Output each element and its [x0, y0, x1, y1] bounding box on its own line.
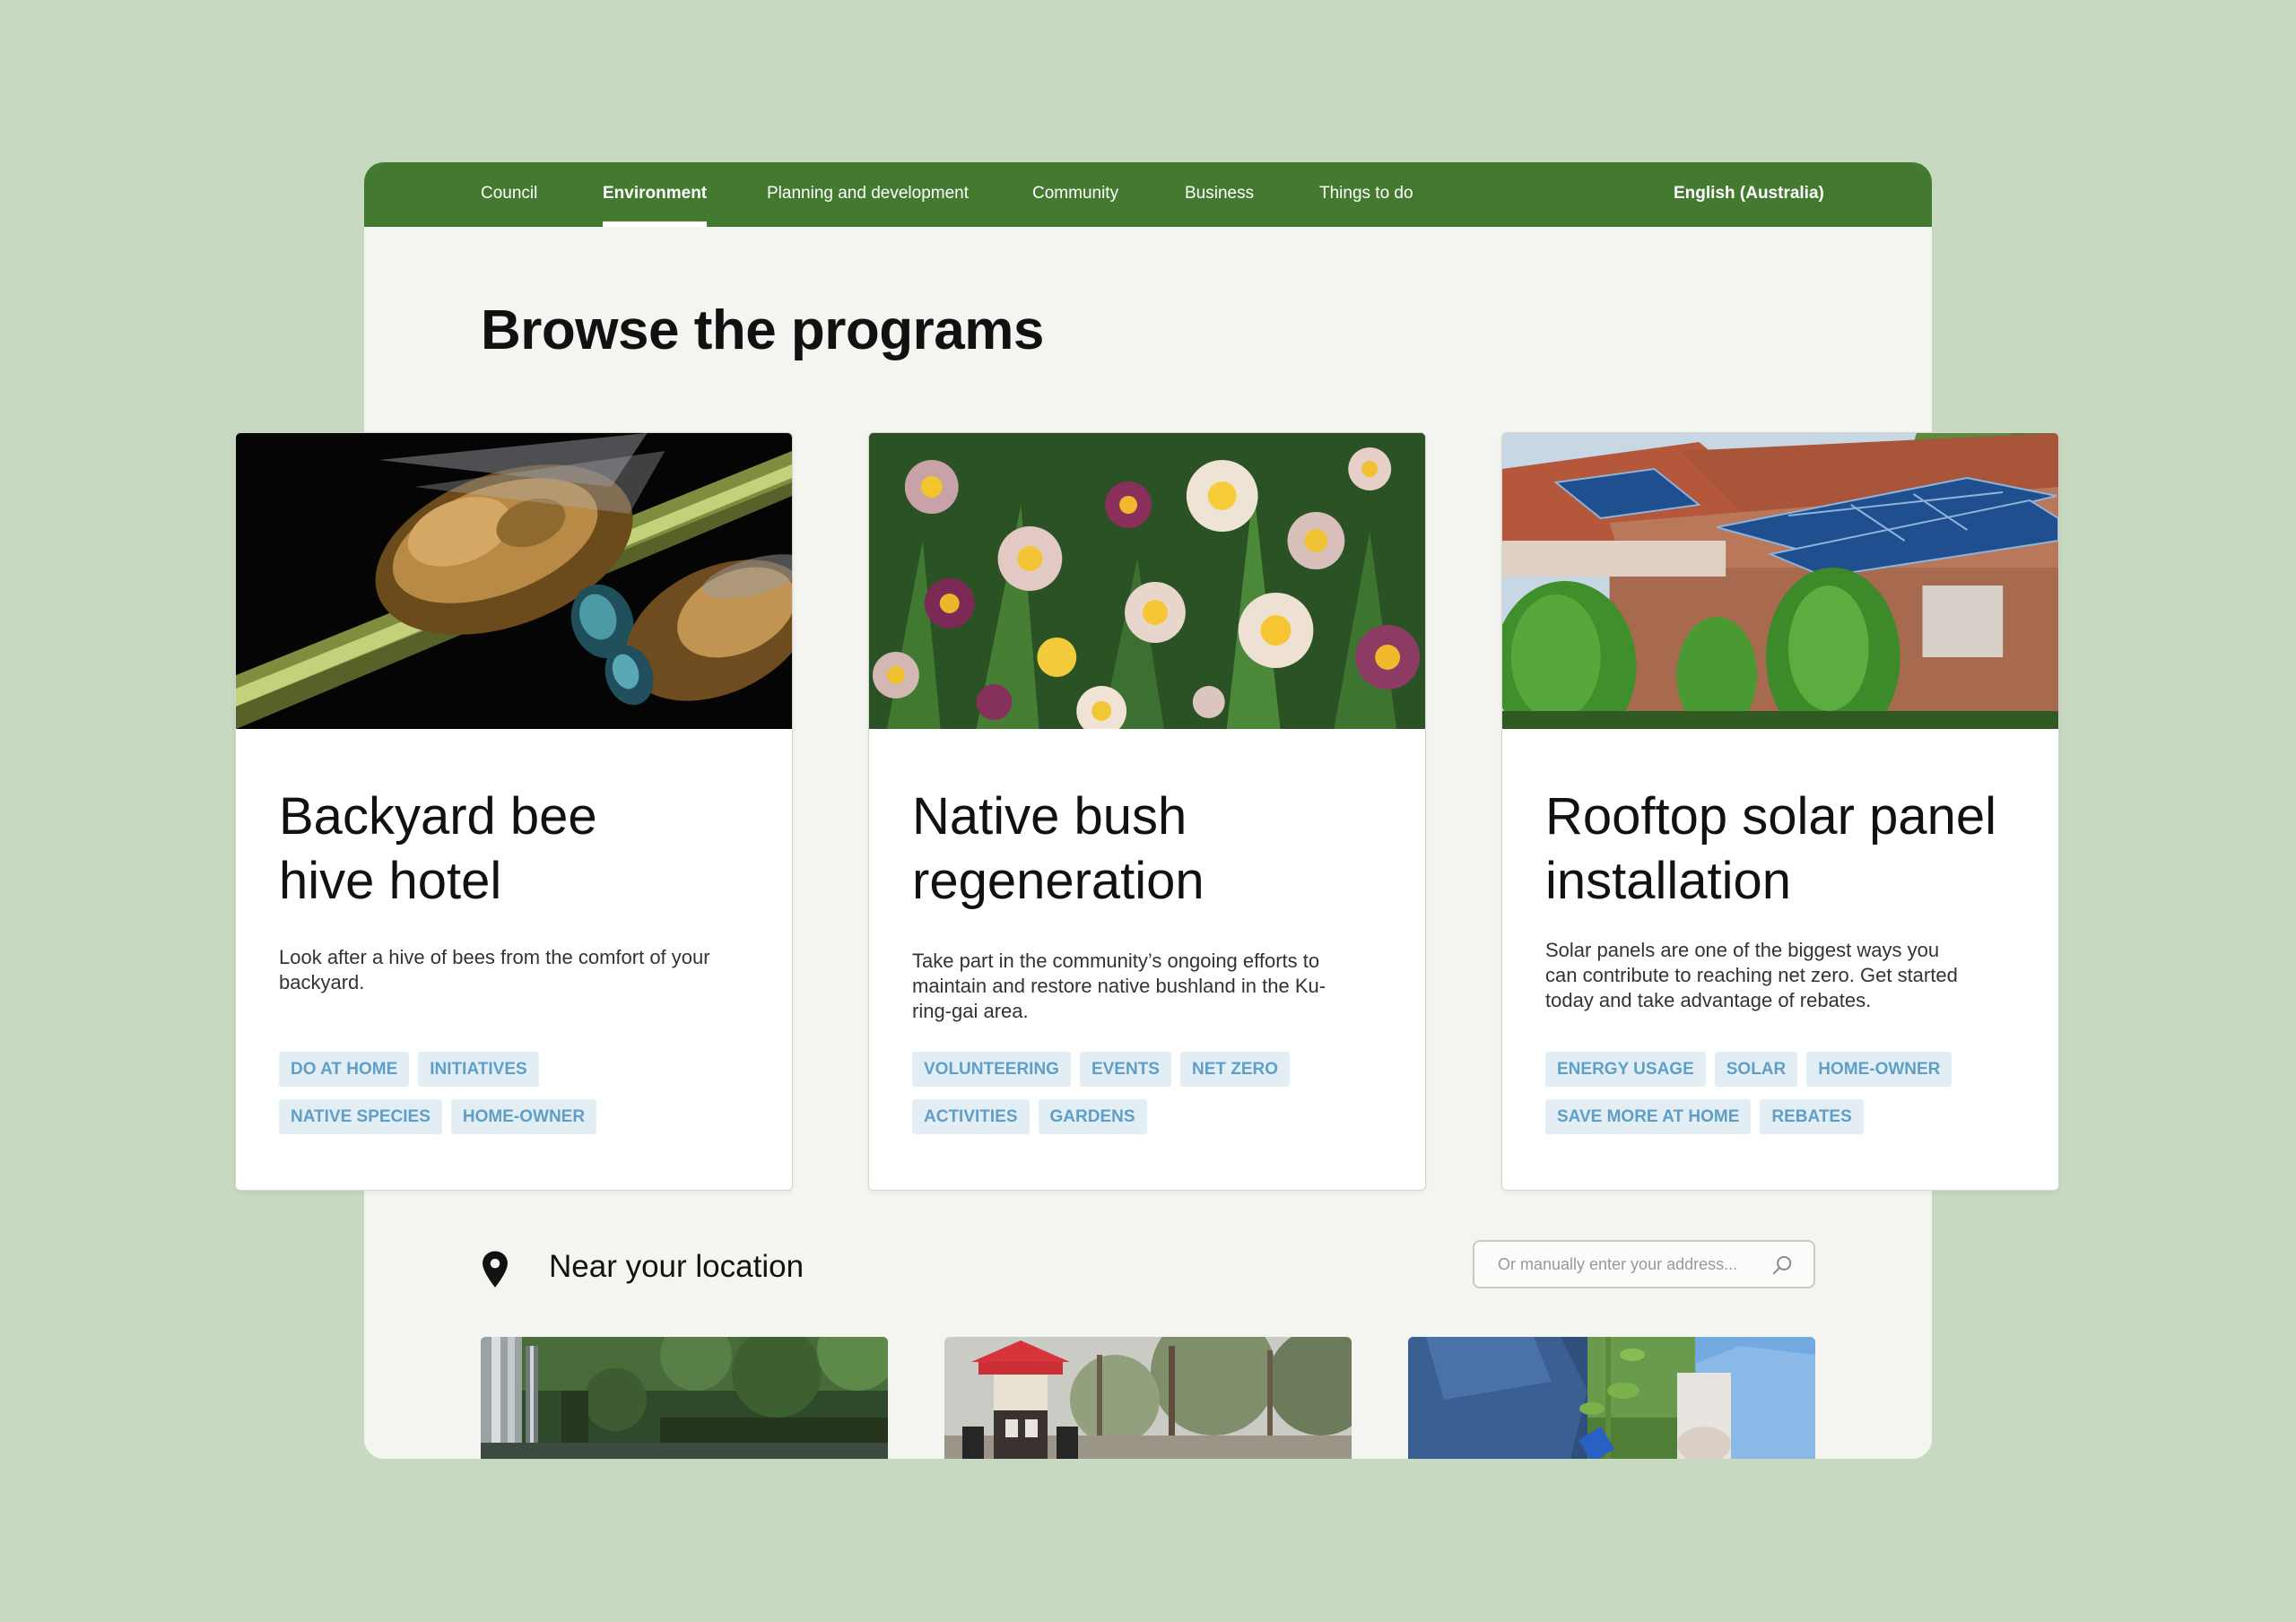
card-title-line: installation	[1545, 852, 1792, 910]
bees-on-stem-photo	[236, 433, 792, 729]
top-nav: Council Environment Planning and develop…	[364, 162, 1932, 227]
card-title-line: hive hotel	[279, 852, 502, 910]
program-card-bee-hotel[interactable]: Backyard bee hive hotel Look after a hiv…	[235, 432, 793, 1191]
tag[interactable]: REBATES	[1760, 1099, 1864, 1134]
tag[interactable]: EVENTS	[1079, 1052, 1171, 1087]
tag[interactable]: VOLUNTEERING	[912, 1052, 1071, 1087]
tag[interactable]: INITIATIVES	[418, 1052, 539, 1087]
thumbnail-waterfall[interactable]	[481, 1337, 888, 1459]
rooftop-solar-photo	[1502, 433, 2058, 729]
card-title: Rooftop solar panel installation	[1545, 785, 2030, 914]
tag[interactable]: HOME-OWNER	[450, 1099, 597, 1134]
tag[interactable]: NET ZERO	[1179, 1052, 1291, 1087]
search-icon[interactable]	[1770, 1253, 1794, 1277]
thumbnail-tree-planting[interactable]	[1408, 1337, 1815, 1459]
nav-item-environment[interactable]: Environment	[603, 162, 708, 227]
tag[interactable]: GARDENS	[1038, 1099, 1147, 1134]
card-description: Solar panels are one of the biggest ways…	[1545, 939, 1958, 1011]
card-title-line: regeneration	[912, 852, 1205, 910]
nav-item-business[interactable]: Business	[1185, 162, 1254, 227]
card-title: Native bush regeneration	[912, 785, 1396, 914]
card-image	[236, 433, 792, 729]
page-title: Browse the programs	[481, 299, 1044, 361]
playground-photo	[944, 1337, 1352, 1459]
language-selector[interactable]: English (Australia)	[1674, 162, 1824, 227]
location-pin-icon	[483, 1251, 508, 1288]
paper-daisies-photo	[869, 433, 1425, 729]
tag[interactable]: NATIVE SPECIES	[279, 1099, 442, 1134]
card-title-line: Native bush	[912, 787, 1187, 846]
near-location-title: Near your location	[549, 1249, 804, 1284]
card-title: Backyard bee hive hotel	[279, 785, 763, 914]
card-description: Take part in the community’s ongoing eff…	[912, 950, 1326, 1022]
tag[interactable]: SOLAR	[1714, 1052, 1798, 1087]
nav-item-planning[interactable]: Planning and development	[767, 162, 969, 227]
waterfall-photo	[481, 1337, 888, 1459]
nav-item-council[interactable]: Council	[481, 162, 537, 227]
tag[interactable]: SAVE MORE AT HOME	[1545, 1099, 1752, 1134]
program-card-rooftop-solar[interactable]: Rooftop solar panel installation Solar p…	[1501, 432, 2059, 1191]
card-tags: VOLUNTEERING EVENTS NET ZERO ACTIVITIES GAR…	[912, 1052, 1396, 1147]
tag[interactable]: DO AT HOME	[279, 1052, 410, 1087]
nav-item-things-to-do[interactable]: Things to do	[1319, 162, 1413, 227]
card-tags: DO AT HOME INITIATIVES NATIVE SPECIES HOME…	[279, 1052, 763, 1147]
tree-planting-photo	[1408, 1337, 1815, 1459]
address-search	[1473, 1240, 1815, 1288]
card-image	[869, 433, 1425, 729]
tag[interactable]: ENERGY USAGE	[1545, 1052, 1706, 1087]
address-input[interactable]	[1498, 1242, 1767, 1287]
card-description: Look after a hive of bees from the comfo…	[279, 946, 710, 993]
card-image	[1502, 433, 2058, 729]
card-title-line: Rooftop solar panel	[1545, 787, 1996, 846]
nav-item-community[interactable]: Community	[1032, 162, 1118, 227]
card-tags: ENERGY USAGE SOLAR HOME-OWNER SAVE MORE AT…	[1545, 1052, 2030, 1147]
card-title-line: Backyard bee	[279, 787, 597, 846]
tag[interactable]: HOME-OWNER	[1806, 1052, 1952, 1087]
tag[interactable]: ACTIVITIES	[912, 1099, 1030, 1134]
thumbnail-playground[interactable]	[944, 1337, 1352, 1459]
program-card-bush-regeneration[interactable]: Native bush regeneration Take part in th…	[868, 432, 1426, 1191]
